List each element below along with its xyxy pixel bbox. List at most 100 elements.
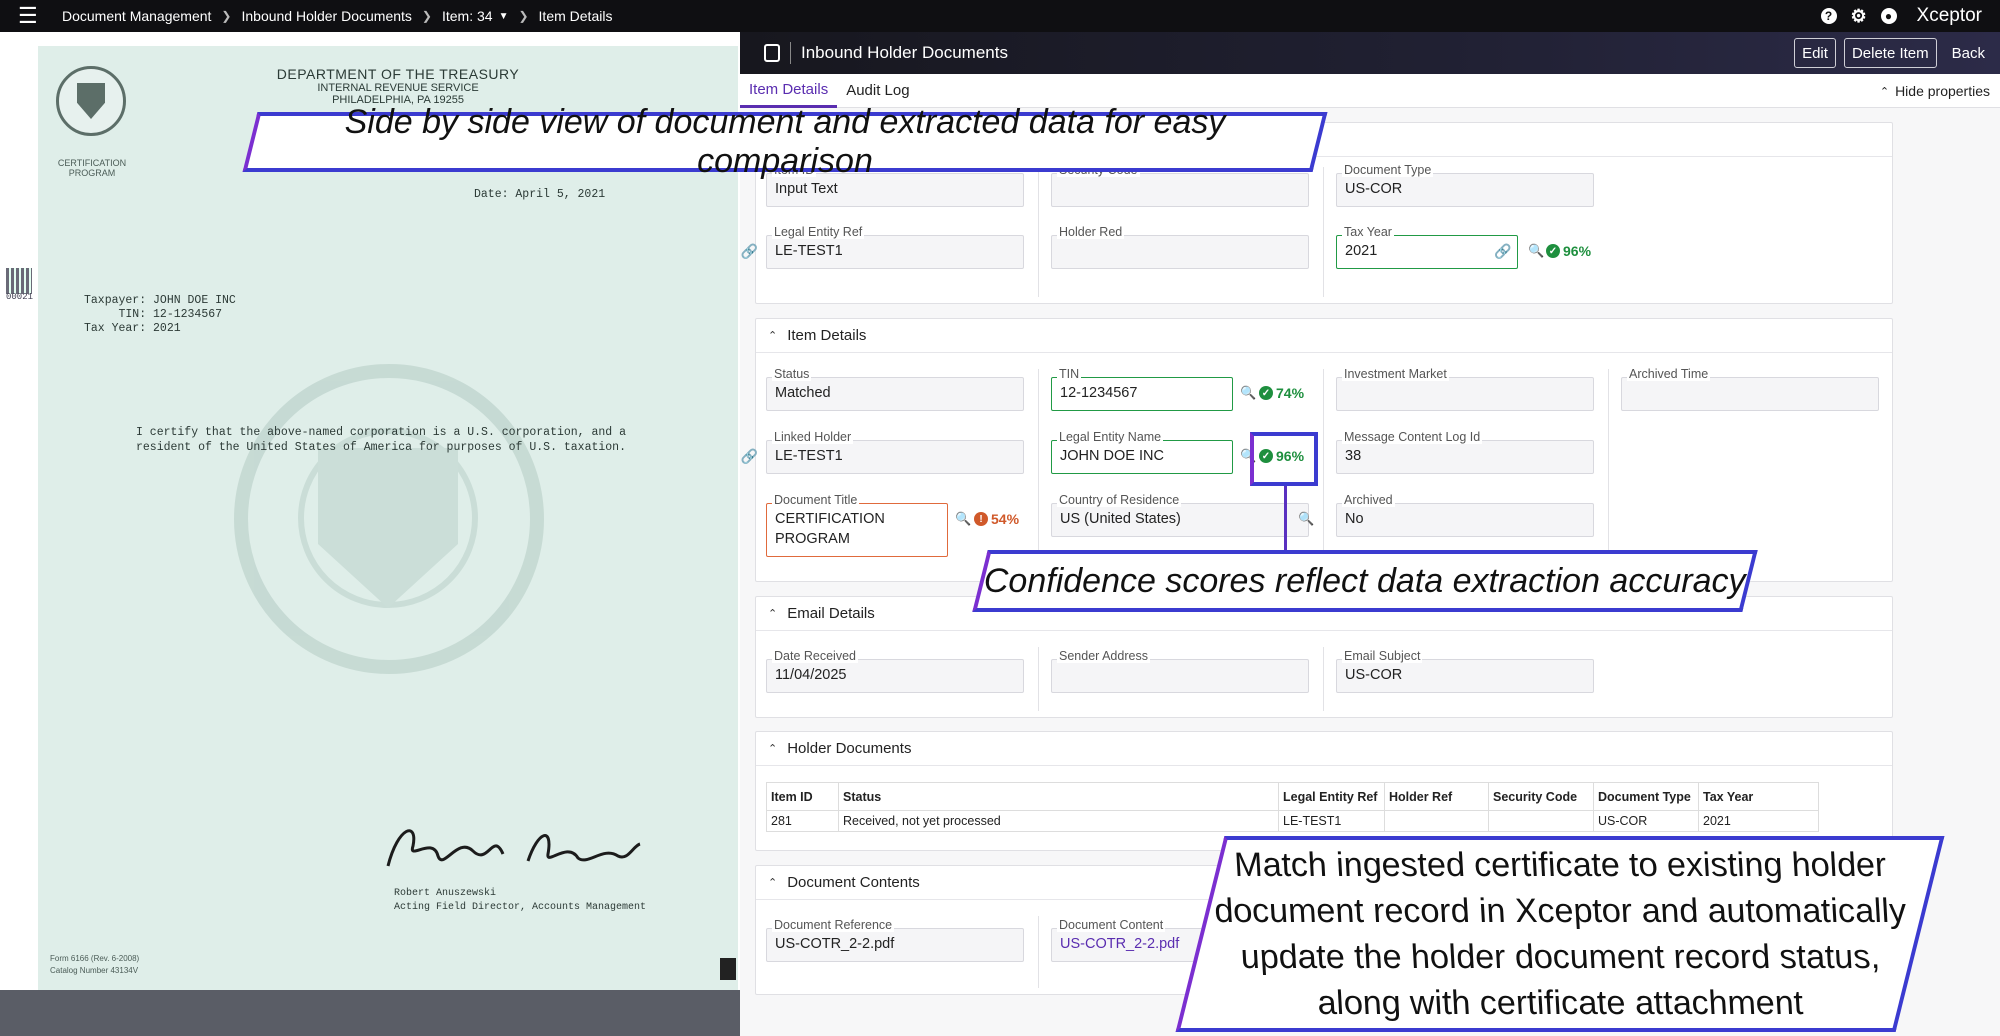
status-input[interactable]: Matched (766, 377, 1024, 411)
search-icon[interactable]: 🔍 (955, 511, 971, 527)
holder-documents-header[interactable]: ⌃ Holder Documents (756, 732, 1892, 766)
chevron-up-icon: ⌃ (768, 330, 778, 342)
tin-confidence-value: 74% (1276, 385, 1305, 401)
page-marker (720, 958, 736, 980)
back-button[interactable]: Back (1945, 38, 1992, 68)
cell-security-code (1488, 810, 1594, 832)
user-icon[interactable]: ● (1880, 8, 1897, 24)
investment-market-label: Investment Market (1342, 367, 1449, 381)
certification-label: CERTIFICATION PROGRAM (57, 158, 127, 178)
email-details-title: Email Details (787, 605, 875, 622)
document-title-input[interactable]: CERTIFICATION PROGRAM (766, 503, 948, 557)
legal-entity-name-input[interactable]: JOHN DOE INC (1051, 440, 1233, 474)
doc-taxpayer: Taxpayer: JOHN DOE INC (84, 294, 236, 307)
cell-legal-entity-ref: LE-TEST1 (1278, 810, 1385, 832)
department-header: DEPARTMENT OF THE TREASURY INTERNAL REVE… (248, 66, 548, 106)
breadcrumb-document-management[interactable]: Document Management (62, 8, 211, 24)
document-contents-title: Document Contents (787, 874, 920, 891)
legal-entity-ref-label: Legal Entity Ref (772, 225, 865, 239)
search-icon[interactable]: 🔍 (1528, 243, 1544, 259)
gear-icon[interactable]: ⚙ (1850, 6, 1866, 26)
column-divider (1038, 369, 1039, 575)
column-divider (1323, 647, 1324, 711)
archived-input[interactable]: No (1336, 503, 1594, 537)
tin-confidence: ✓ 74% (1259, 385, 1304, 401)
item-details-card: ⌃ Item Details Matched Status 12-1234567 … (741, 318, 1893, 582)
hide-properties-toggle[interactable]: ⌃ Hide properties (1880, 74, 1990, 108)
column-divider (1608, 369, 1609, 575)
country-input[interactable]: US (United States) (1051, 503, 1309, 537)
tin-input[interactable]: 12-1234567 (1051, 377, 1233, 411)
form-number: Form 6166 (Rev. 6-2008) (50, 954, 140, 963)
chevron-right-icon: ❯ (221, 9, 232, 23)
legal-entity-name-label: Legal Entity Name (1057, 430, 1164, 444)
column-header[interactable]: Holder Ref (1384, 782, 1489, 811)
search-icon[interactable]: 🔍 (1298, 511, 1314, 527)
service-name: INTERNAL REVENUE SERVICE (317, 82, 479, 94)
doc-certify-line-1: I certify that the above-named corporati… (136, 426, 626, 439)
document-reference-input[interactable]: US-COTR_2-2.pdf (766, 928, 1024, 962)
cell-status: Received, not yet processed (838, 810, 1279, 832)
item-details-title: Item Details (787, 327, 867, 344)
table-header-row: Item ID Status Legal Entity Ref Holder R… (766, 782, 1819, 811)
chevron-up-icon: ⌃ (1879, 85, 1890, 98)
linked-holder-input[interactable]: LE-TEST1 (766, 440, 1024, 474)
barcode-image (6, 268, 32, 294)
column-divider (1038, 167, 1039, 297)
column-header[interactable]: Legal Entity Ref (1278, 782, 1385, 811)
message-log-input[interactable]: 38 (1336, 440, 1594, 474)
tax-year-input[interactable]: 2021 (1336, 235, 1518, 269)
link-icon[interactable]: 🔗 (741, 243, 758, 260)
date-received-input[interactable]: 11/04/2025 (766, 659, 1024, 693)
callout-match: Match ingested certificate to existing h… (1175, 836, 1945, 1032)
callout-side-by-side-text: Side by side view of document and extrac… (344, 103, 1226, 180)
breadcrumb-item[interactable]: Item: 34 (442, 8, 493, 24)
document-reference-label: Document Reference (772, 918, 895, 932)
check-circle-icon: ✓ (1546, 244, 1560, 258)
app-logo-icon (764, 44, 780, 62)
investment-market-input[interactable] (1336, 377, 1594, 411)
callout-connector (1284, 486, 1287, 550)
document-title-line-2: PROGRAM (775, 531, 850, 547)
column-divider (1038, 647, 1039, 711)
link-icon[interactable]: 🔗 (1494, 243, 1511, 260)
document-content-label: Document Content (1057, 918, 1166, 932)
item-details-header[interactable]: ⌃ Item Details (756, 319, 1892, 353)
search-icon[interactable]: 🔍 (1240, 385, 1256, 401)
column-header[interactable]: Document Type (1593, 782, 1699, 811)
email-subject-input[interactable]: US-COR (1336, 659, 1594, 693)
column-header[interactable]: Item ID (766, 782, 839, 811)
link-icon[interactable]: 🔗 (741, 448, 758, 465)
check-circle-icon: ✓ (1259, 386, 1273, 400)
help-icon[interactable]: ? (1820, 8, 1837, 24)
column-header[interactable]: Tax Year (1698, 782, 1819, 811)
holder-documents-card: ⌃ Holder Documents Item ID Status Legal E… (755, 731, 1893, 851)
chevron-up-icon: ⌃ (768, 608, 778, 620)
holder-red-input[interactable] (1051, 235, 1309, 269)
app-title: Inbound Holder Documents (801, 43, 1008, 62)
breadcrumb-inbound-holder-documents[interactable]: Inbound Holder Documents (241, 8, 411, 24)
callout-confidence: Confidence scores reflect data extractio… (972, 550, 1758, 612)
column-header[interactable]: Status (838, 782, 1279, 811)
delete-item-button[interactable]: Delete Item (1843, 38, 1937, 68)
doc-tax-year: Tax Year: 2021 (84, 322, 181, 335)
table-row[interactable]: 281 Received, not yet processed LE-TEST1… (766, 810, 1819, 832)
callout-match-line-4: along with certificate attachment (1312, 984, 1808, 1022)
column-divider (1323, 167, 1324, 297)
archived-time-label: Archived Time (1627, 367, 1711, 381)
callout-match-line-3: update the holder document record status… (1235, 938, 1885, 976)
caret-down-icon[interactable]: ▼ (499, 11, 509, 22)
cell-document-type: US-COR (1593, 810, 1699, 832)
cell-item-id: 281 (766, 810, 839, 832)
hamburger-menu-icon[interactable]: ☰ (18, 5, 46, 27)
legal-entity-ref-input[interactable]: LE-TEST1 (766, 235, 1024, 269)
archived-label: Archived (1342, 493, 1395, 507)
column-header[interactable]: Security Code (1488, 782, 1594, 811)
callout-side-by-side: Side by side view of document and extrac… (242, 103, 1328, 180)
warning-circle-icon: ! (974, 512, 988, 526)
document-type-input[interactable]: US-COR (1336, 173, 1594, 207)
archived-time-input[interactable] (1621, 377, 1879, 411)
sender-address-input[interactable] (1051, 659, 1309, 693)
edit-button[interactable]: Edit (1794, 38, 1836, 68)
email-details-card: ⌃ Email Details 11/04/2025 Date Received … (755, 596, 1893, 718)
